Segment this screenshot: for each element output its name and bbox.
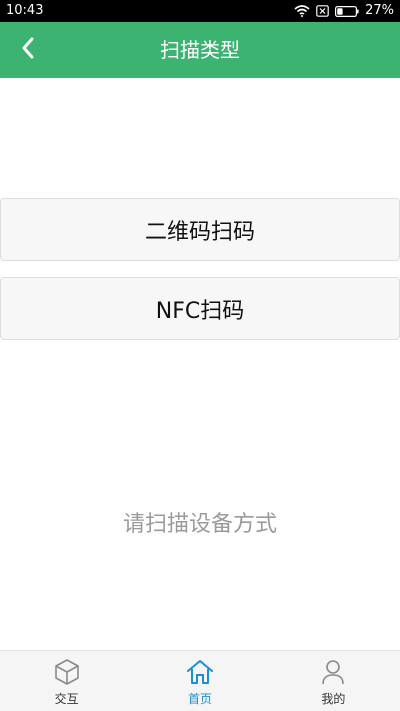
battery-percent: 27%: [365, 3, 394, 18]
nav-label-interaction: 交互: [54, 692, 79, 706]
scan-hint-text: 请扫描设备方式: [122, 512, 277, 537]
home-icon: [185, 657, 215, 687]
sim-disabled-icon: [316, 5, 329, 17]
nav-item-home[interactable]: 首页: [133, 651, 266, 711]
qr-scan-button[interactable]: 二维码扫码: [0, 198, 400, 261]
nfc-scan-button[interactable]: NFC扫码: [0, 277, 400, 340]
status-bar: 10:43 27%: [0, 0, 400, 22]
nav-label-mine: 我的: [321, 692, 346, 706]
bottom-nav: 交互 首页 我的: [0, 650, 400, 711]
status-icons: 27%: [294, 0, 394, 22]
nav-item-mine[interactable]: 我的: [267, 651, 400, 711]
nav-label-home: 首页: [187, 692, 212, 706]
app-bar: 扫描类型: [0, 22, 400, 78]
cube-icon: [52, 657, 82, 687]
battery-icon: [335, 5, 359, 17]
user-icon: [318, 657, 348, 687]
wifi-icon: [294, 5, 310, 17]
page-title: 扫描类型: [160, 38, 240, 62]
status-time: 10:43: [6, 3, 44, 18]
nav-item-interaction[interactable]: 交互: [0, 651, 133, 711]
